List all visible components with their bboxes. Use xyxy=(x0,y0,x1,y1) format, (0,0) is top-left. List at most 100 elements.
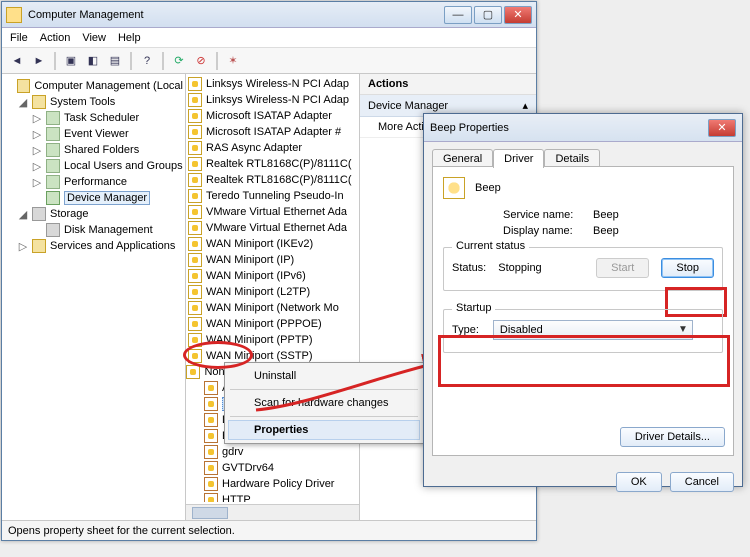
stop-button[interactable]: Stop xyxy=(661,258,714,278)
computer-icon xyxy=(17,79,30,93)
device-label: Microsoft ISATAP Adapter xyxy=(206,110,332,122)
titlebar[interactable]: Computer Management — ▢ ✕ xyxy=(2,2,536,28)
ctx-properties[interactable]: Properties xyxy=(228,420,420,440)
show-hide-button[interactable]: ◧ xyxy=(84,52,102,70)
adapter-icon xyxy=(188,77,202,91)
device-item[interactable]: WAN Miniport (IPv6) xyxy=(188,268,359,284)
adapter-icon xyxy=(188,189,202,203)
toolbar-divider xyxy=(162,52,164,70)
adapter-icon xyxy=(188,221,202,235)
device-item[interactable]: WAN Miniport (IP) xyxy=(188,252,359,268)
tree-item-local-users[interactable]: ▷Local Users and Groups xyxy=(32,158,183,174)
navigation-tree[interactable]: Computer Management (Local ◢System Tools… xyxy=(2,74,186,520)
help-toolbtn[interactable]: ? xyxy=(138,52,156,70)
current-status-group: Current status Status: Stopping Start St… xyxy=(443,247,723,291)
device-item[interactable]: Teredo Tunneling Pseudo-In xyxy=(188,188,359,204)
device-item[interactable]: Linksys Wireless-N PCI Adap xyxy=(188,92,359,108)
device-item[interactable]: Realtek RTL8168C(P)/8111C( xyxy=(188,172,359,188)
menu-view[interactable]: View xyxy=(82,32,106,44)
collapse-icon[interactable]: ▴ xyxy=(522,99,528,112)
tree-item-task-scheduler[interactable]: ▷Task Scheduler xyxy=(32,110,183,126)
device-item[interactable]: Microsoft ISATAP Adapter # xyxy=(188,124,359,140)
menubar[interactable]: File Action View Help xyxy=(2,28,536,48)
device-label: RAS Async Adapter xyxy=(206,142,302,154)
dialog-titlebar[interactable]: Beep Properties ✕ xyxy=(424,114,742,142)
extra-toolbtn[interactable]: ✶ xyxy=(224,52,242,70)
window-title: Computer Management xyxy=(28,9,442,21)
tree-storage[interactable]: ◢Storage xyxy=(18,206,183,222)
device-item[interactable]: gdrv xyxy=(204,444,359,460)
folder-icon xyxy=(46,143,60,157)
driver-icon xyxy=(204,413,218,427)
close-button[interactable]: ✕ xyxy=(504,6,532,24)
driver-icon xyxy=(204,461,218,475)
device-list[interactable]: Linksys Wireless-N PCI Adap Linksys Wirel… xyxy=(186,74,360,520)
device-label: VMware Virtual Ethernet Ada xyxy=(206,222,347,234)
device-item[interactable]: HTTP xyxy=(204,492,359,502)
tree-item-performance[interactable]: ▷Performance xyxy=(32,174,183,190)
scan-toolbtn[interactable]: ⟳ xyxy=(170,52,188,70)
h-scrollbar[interactable] xyxy=(186,504,359,520)
adapter-icon xyxy=(188,237,202,251)
beep-properties-dialog[interactable]: Beep Properties ✕ General Driver Details… xyxy=(423,113,743,487)
actions-header: Actions xyxy=(360,74,536,95)
scroll-thumb[interactable] xyxy=(192,507,228,519)
device-item[interactable]: WAN Miniport (Network Mo xyxy=(188,300,359,316)
dialog-close-button[interactable]: ✕ xyxy=(708,119,736,137)
device-item[interactable]: RAS Async Adapter xyxy=(188,140,359,156)
device-item[interactable]: Hardware Policy Driver xyxy=(204,476,359,492)
tree-system-tools[interactable]: ◢System Tools xyxy=(18,94,183,110)
tab-label: General xyxy=(443,153,482,165)
context-menu[interactable]: Uninstall Scan for hardware changes Prop… xyxy=(224,362,424,444)
tab-driver[interactable]: Driver xyxy=(493,149,544,168)
tab-driver-pane: Beep Service name:Beep Display name:Beep… xyxy=(432,166,734,456)
device-label: Linksys Wireless-N PCI Adap xyxy=(206,78,349,90)
device-item[interactable]: WAN Miniport (PPPOE) xyxy=(188,316,359,332)
tree-item-shared-folders[interactable]: ▷Shared Folders xyxy=(32,142,183,158)
toolbar: ◄ ► ▣ ◧ ▤ ? ⟳ ⊘ ✶ xyxy=(2,48,536,74)
startup-legend: Startup xyxy=(452,302,495,314)
device-item[interactable]: WAN Miniport (L2TP) xyxy=(188,284,359,300)
uninstall-toolbtn[interactable]: ⊘ xyxy=(192,52,210,70)
maximize-button[interactable]: ▢ xyxy=(474,6,502,24)
ctx-uninstall[interactable]: Uninstall xyxy=(228,366,420,386)
storage-icon xyxy=(32,207,46,221)
ok-button[interactable]: OK xyxy=(616,472,662,492)
tree-item-device-manager[interactable]: Device Manager xyxy=(32,190,183,206)
toolbar-divider xyxy=(216,52,218,70)
ctx-scan[interactable]: Scan for hardware changes xyxy=(228,393,420,413)
tree-root[interactable]: Computer Management (Local xyxy=(4,78,183,94)
start-button[interactable]: Start xyxy=(596,258,649,278)
driver-details-button[interactable]: Driver Details... xyxy=(620,427,725,447)
tree-label: Services and Applications xyxy=(50,240,175,252)
ctx-label: Properties xyxy=(254,424,308,436)
menu-help[interactable]: Help xyxy=(118,32,141,44)
dialog-tabs: General Driver Details xyxy=(432,148,734,167)
device-label: GVTDrv64 xyxy=(222,462,274,474)
properties-toolbtn[interactable]: ▤ xyxy=(106,52,124,70)
clock-icon xyxy=(46,111,60,125)
device-item[interactable]: VMware Virtual Ethernet Ada xyxy=(188,220,359,236)
tree-services-apps[interactable]: ▷Services and Applications xyxy=(18,238,183,254)
device-item[interactable]: VMware Virtual Ethernet Ada xyxy=(188,204,359,220)
menu-action[interactable]: Action xyxy=(40,32,71,44)
status-label: Status: xyxy=(452,262,486,274)
minimize-button[interactable]: — xyxy=(444,6,472,24)
tree-item-disk-management[interactable]: Disk Management xyxy=(32,222,183,238)
device-item[interactable]: GVTDrv64 xyxy=(204,460,359,476)
adapter-icon xyxy=(188,317,202,331)
up-button[interactable]: ▣ xyxy=(62,52,80,70)
back-button[interactable]: ◄ xyxy=(8,52,26,70)
device-item[interactable]: WAN Miniport (IKEv2) xyxy=(188,236,359,252)
tree-item-event-viewer[interactable]: ▷Event Viewer xyxy=(32,126,183,142)
forward-button[interactable]: ► xyxy=(30,52,48,70)
device-item[interactable]: Linksys Wireless-N PCI Adap xyxy=(188,76,359,92)
device-item[interactable]: Microsoft ISATAP Adapter xyxy=(188,108,359,124)
cancel-button[interactable]: Cancel xyxy=(670,472,734,492)
device-label: Microsoft ISATAP Adapter # xyxy=(206,126,341,138)
display-name-value: Beep xyxy=(593,225,619,237)
menu-file[interactable]: File xyxy=(10,32,28,44)
device-label: Hardware Policy Driver xyxy=(222,478,334,490)
device-item[interactable]: Realtek RTL8168C(P)/8111C( xyxy=(188,156,359,172)
tab-label: Driver xyxy=(504,153,533,165)
